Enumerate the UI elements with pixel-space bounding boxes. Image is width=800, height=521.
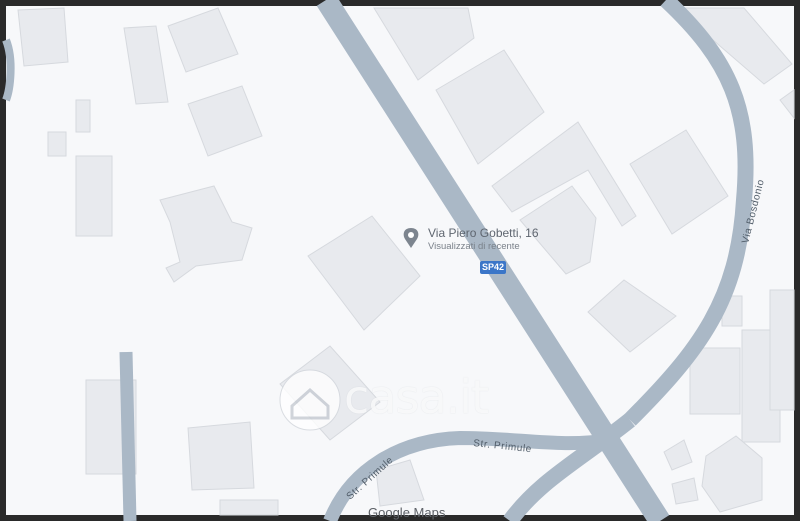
watermark: casa.it [278,368,528,434]
watermark-text: casa.it [344,370,489,424]
building [75,155,113,237]
building [187,421,255,491]
building [75,99,91,133]
building [769,289,795,411]
building [47,131,67,157]
building [17,7,69,67]
map-frame: Via Bosdonio Str. Primule Str. Primule V… [0,0,800,521]
building [689,347,741,415]
map-canvas[interactable]: Via Bosdonio Str. Primule Str. Primule [0,0,800,521]
map-attribution: Google Maps [368,505,446,520]
building [219,499,279,516]
route-shield-sp42: SP42 [480,261,506,274]
place-address[interactable]: Via Piero Gobetti, 16 [428,226,539,240]
road-edge [2,38,15,102]
road-west [119,351,137,521]
map-svg: Via Bosdonio Str. Primule Str. Primule [0,0,800,521]
place-subtitle: Visualizzati di recente [428,241,520,252]
